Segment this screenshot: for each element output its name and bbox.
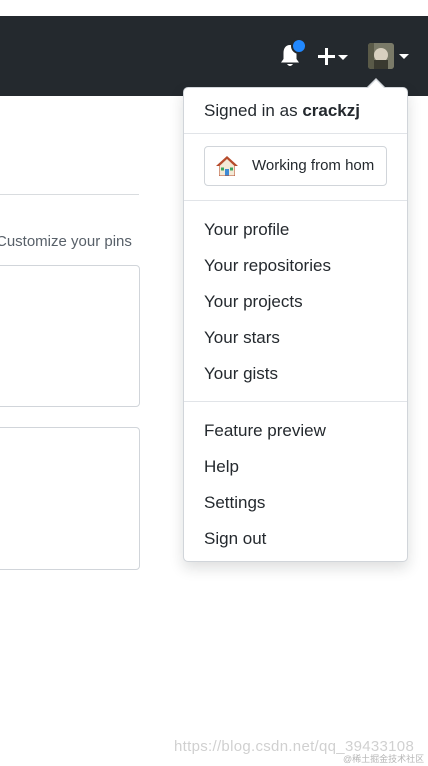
set-status-button[interactable]: Working from hom [204,146,387,186]
signed-in-header: Signed in as crackzj [204,101,360,121]
page: Customize your pins Signed in as crackzj… [0,0,428,766]
house-icon [216,156,238,176]
chevron-down-icon [338,55,348,60]
menu-item-help[interactable]: Help [204,457,239,477]
plus-icon [318,48,335,65]
notification-unread-dot [291,38,307,54]
pinned-repo-card[interactable] [0,265,140,407]
status-text: Working from hom [252,157,375,174]
username: crackzj [302,101,360,120]
customize-pins-link[interactable]: Customize your pins [0,233,132,250]
menu-divider [184,200,407,201]
section-divider [0,194,139,195]
user-menu-button[interactable] [368,43,410,71]
signed-in-label: Signed in as [204,101,298,120]
dropdown-caret-fill [368,80,384,88]
user-dropdown-menu: Signed in as crackzj Working from hom Yo… [183,87,408,562]
chevron-down-icon [399,54,409,59]
avatar [368,43,394,69]
menu-item-your-profile[interactable]: Your profile [204,220,289,240]
create-new-button[interactable] [316,44,350,70]
menu-divider [184,133,407,134]
browser-top-strip [0,0,428,17]
menu-item-settings[interactable]: Settings [204,493,265,513]
menu-item-your-repositories[interactable]: Your repositories [204,256,331,276]
menu-item-your-stars[interactable]: Your stars [204,328,280,348]
menu-divider [184,401,407,402]
top-navigation-bar [0,16,428,96]
menu-item-your-gists[interactable]: Your gists [204,364,278,384]
watermark-brand: @稀土掘金技术社区 [343,754,425,764]
menu-item-sign-out[interactable]: Sign out [204,529,266,549]
menu-item-your-projects[interactable]: Your projects [204,292,303,312]
menu-item-feature-preview[interactable]: Feature preview [204,421,326,441]
pinned-repo-card[interactable] [0,427,140,570]
